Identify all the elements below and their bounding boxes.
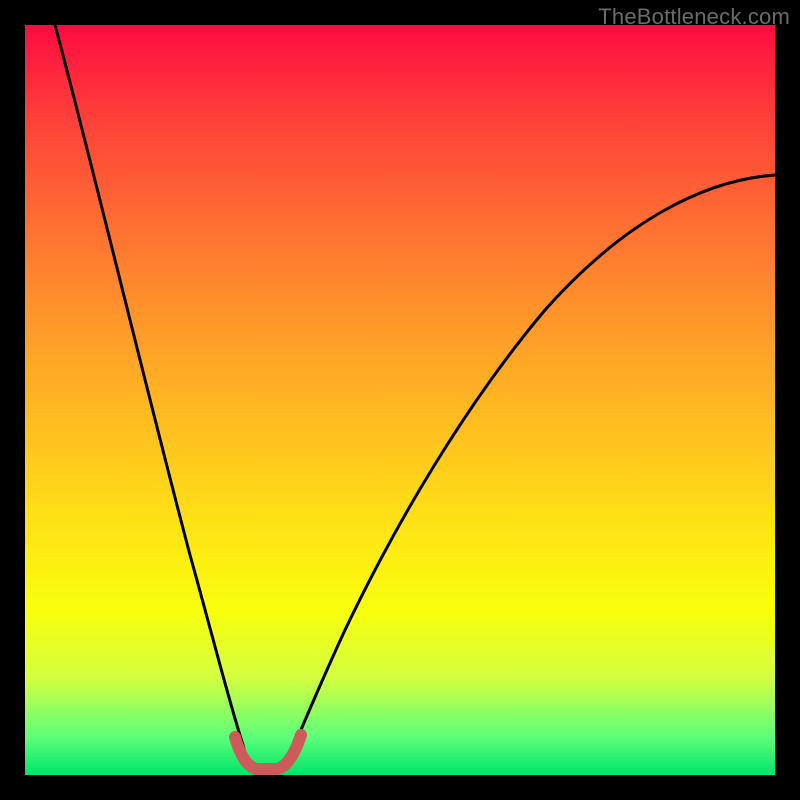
- curve-left: [55, 25, 247, 760]
- trough-highlight: [235, 735, 301, 769]
- chart-frame: [25, 25, 775, 775]
- curve-right: [288, 175, 775, 760]
- watermark-text: TheBottleneck.com: [598, 4, 790, 30]
- chart-svg: [25, 25, 775, 775]
